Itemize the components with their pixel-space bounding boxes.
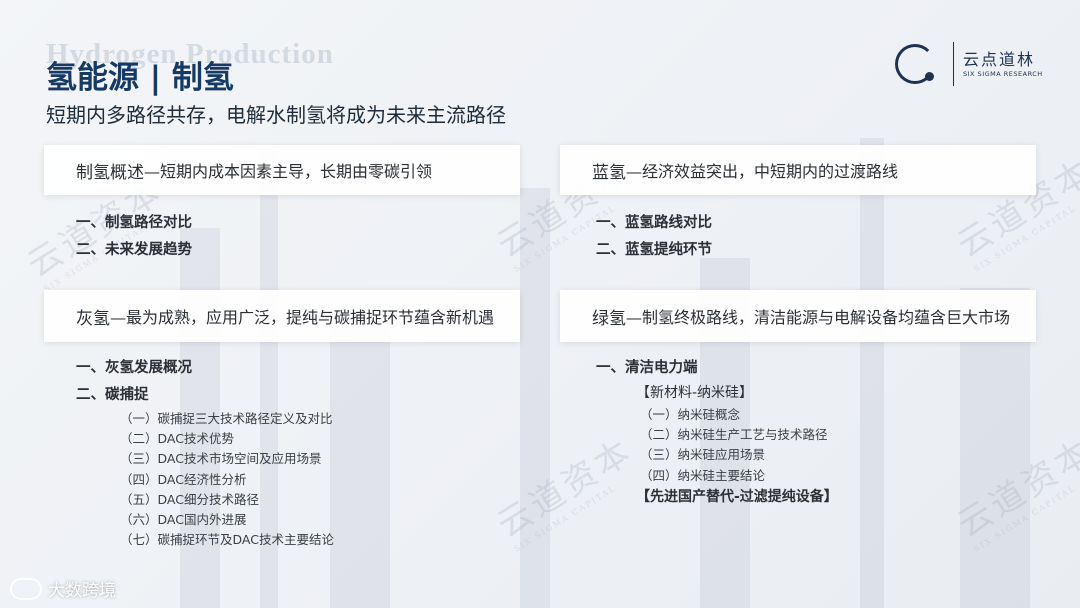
card-overview: 制氢概述 —短期内成本因素主导，长期由零碳引领 xyxy=(44,145,520,195)
card-green-hydrogen: 绿氢 —制氢终极路线，清洁能源与电解设备均蕴含巨大市场 xyxy=(560,290,1036,342)
list-overview: 一、制氢路径对比 二、未来发展趋势 xyxy=(76,210,192,264)
list-item: 二、碳捕捉 xyxy=(76,387,149,403)
list-subitem: （二）DAC技术优势 xyxy=(120,431,234,447)
card-heading: 制氢概述 xyxy=(76,162,144,183)
list-grey-hydrogen: 一、灰氢发展概况 二、碳捕捉 （一）碳捕捉三大技术路径定义及对比 （二）DAC技… xyxy=(76,355,334,550)
list-blue-hydrogen: 一、蓝氢路线对比 二、蓝氢提纯环节 xyxy=(596,210,712,264)
list-subitem: （二）纳米硅生产工艺与技术路径 xyxy=(640,427,828,443)
logo-name: 云点道林 xyxy=(963,50,1036,69)
list-subitem: （一）碳捕捉三大技术路径定义及对比 xyxy=(120,411,333,426)
list-item: 一、灰氢发展概况 xyxy=(76,360,192,376)
list-item: 一、蓝氢路线对比 xyxy=(596,215,712,231)
company-logo: 云点道林 SIX SIGMA RESEARCH xyxy=(895,42,1045,90)
card-text: —经济效益突出，中短期内的过渡路线 xyxy=(626,162,899,181)
list-subitem: （七）碳捕捉环节及DAC技术主要结论 xyxy=(120,532,334,548)
list-group-heading: 【新材料-纳米硅】 xyxy=(636,385,754,401)
card-heading: 蓝氢 xyxy=(592,162,626,183)
list-subitem: （一）纳米硅概念 xyxy=(640,407,741,422)
watermark: 云道资本 SIX SIGMA CAPITAL xyxy=(950,430,1080,554)
list-group-heading: 【先进国产替代-过滤提纯设备】 xyxy=(636,488,838,505)
card-text: —制氢终极路线，清洁能源与电解设备均蕴含巨大市场 xyxy=(626,308,1011,327)
list-item: 一、清洁电力端 xyxy=(596,360,698,376)
list-item: 一、制氢路径对比 xyxy=(76,215,192,231)
brand-icon xyxy=(10,577,42,600)
logo-dot-icon xyxy=(925,72,934,81)
logo-tagline: SIX SIGMA RESEARCH xyxy=(963,70,1043,78)
list-subitem: （五）DAC细分技术路径 xyxy=(120,491,259,507)
card-text: —短期内成本因素主导，长期由零碳引领 xyxy=(144,162,433,181)
page-title: 氢能源 | 制氢 xyxy=(46,60,234,96)
list-green-hydrogen: 一、清洁电力端 【新材料-纳米硅】 （一）纳米硅概念 （二）纳米硅生产工艺与技术… xyxy=(596,355,838,509)
card-grey-hydrogen: 灰氢 —最为成熟，应用广泛，提纯与碳捕捉环节蕴含新机遇 xyxy=(44,290,520,342)
footer-brand: 大数跨境 xyxy=(10,576,116,601)
list-item: 二、蓝氢提纯环节 xyxy=(596,242,712,258)
list-subitem: （四）DAC经济性分析 xyxy=(120,471,247,487)
list-subitem: （六）DAC国内外进展 xyxy=(120,511,247,527)
card-heading: 灰氢 xyxy=(76,308,110,329)
list-item: 二、未来发展趋势 xyxy=(76,242,192,258)
list-subitem: （四）纳米硅主要结论 xyxy=(640,467,766,483)
footer-brand-text: 大数跨境 xyxy=(48,581,116,601)
card-text: —最为成熟，应用广泛，提纯与碳捕捉环节蕴含新机遇 xyxy=(110,308,495,327)
card-blue-hydrogen: 蓝氢 —经济效益突出，中短期内的过渡路线 xyxy=(560,145,1036,195)
list-subitem: （三）DAC技术市场空间及应用场景 xyxy=(120,451,322,467)
logo-divider xyxy=(953,42,954,86)
card-heading: 绿氢 xyxy=(592,308,626,329)
page-subtitle: 短期内多路径共存，电解水制氢将成为未来主流路径 xyxy=(46,103,506,127)
list-subitem: （三）纳米硅应用场景 xyxy=(640,447,766,463)
